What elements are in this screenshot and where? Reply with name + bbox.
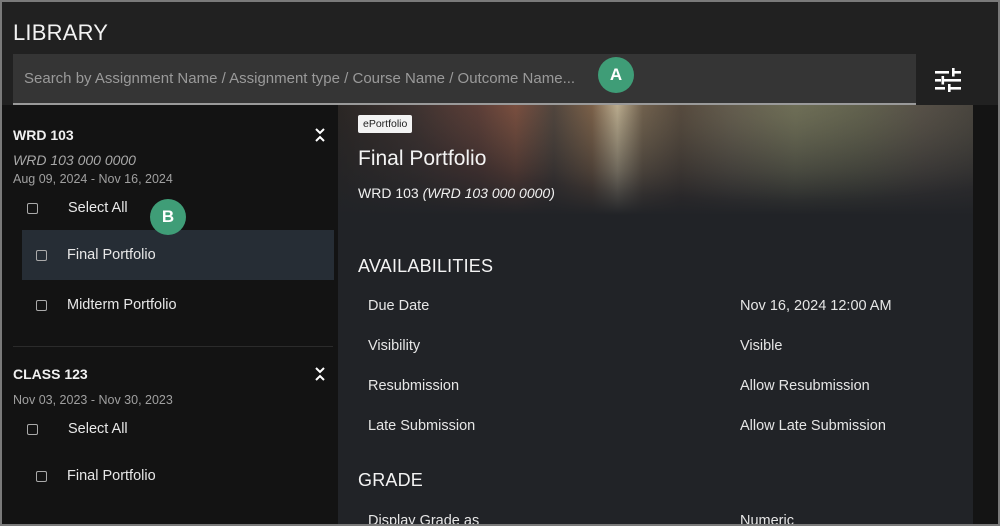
section-heading-availabilities: AVAILABILITIES xyxy=(358,256,494,276)
assignment-item[interactable]: Midterm Portfolio xyxy=(22,280,334,330)
course-header[interactable]: CLASS 123 xyxy=(2,363,338,385)
detail-row: Late Submission Allow Late Submission xyxy=(368,418,928,434)
course-name: WRD 103 xyxy=(358,185,419,201)
library-window: LIBRARY A WRD 103 xyxy=(2,2,998,524)
assignment-label: Final Portfolio xyxy=(67,247,156,263)
detail-label: Display Grade as xyxy=(368,513,480,524)
detail-label: Visibility xyxy=(368,338,421,354)
assignment-item[interactable]: Final Portfolio xyxy=(22,230,334,280)
checkbox[interactable] xyxy=(36,299,47,311)
course-code: WRD 103 000 0000 xyxy=(13,152,136,168)
annotation-marker-a: A xyxy=(598,57,634,93)
course-sidebar: WRD 103 WRD 103 000 0000 Aug 09, 2024 - … xyxy=(2,105,338,524)
assignment-title: Final Portfolio xyxy=(358,147,487,170)
detail-label: Late Submission xyxy=(368,418,476,434)
assignment-course: WRD 103 (WRD 103 000 0000) xyxy=(358,185,555,201)
detail-row: Display Grade as Numeric xyxy=(368,513,928,524)
detail-label: Due Date xyxy=(368,298,430,314)
checkbox[interactable] xyxy=(27,423,38,435)
assignment-type-tag: ePortfolio xyxy=(358,115,413,133)
detail-value: Numeric xyxy=(740,513,794,524)
course-dates: Aug 09, 2024 - Nov 16, 2024 xyxy=(13,172,173,186)
checkbox[interactable] xyxy=(36,249,47,261)
scrollbar-track[interactable] xyxy=(973,105,998,524)
sliders-icon xyxy=(935,68,961,92)
section-heading-grade: GRADE xyxy=(358,470,424,490)
assignment-label: Midterm Portfolio xyxy=(67,297,177,313)
annotation-marker-b: B xyxy=(150,199,186,235)
assignment-item[interactable]: Final Portfolio xyxy=(22,451,334,501)
detail-row: Visibility Visible xyxy=(368,338,928,354)
detail-value: Allow Resubmission xyxy=(740,378,870,394)
course-code: (WRD 103 000 0000) xyxy=(422,185,555,201)
checkbox[interactable] xyxy=(36,470,47,482)
select-all-label: Select All xyxy=(68,421,128,437)
search-bar[interactable] xyxy=(13,54,916,105)
assignment-detail-panel: ePortfolio Final Portfolio WRD 103 (WRD … xyxy=(338,105,973,524)
filter-button[interactable] xyxy=(932,64,964,96)
checkbox[interactable] xyxy=(27,202,38,214)
detail-value: Allow Late Submission xyxy=(740,418,886,434)
detail-row: Resubmission Allow Resubmission xyxy=(368,378,928,394)
detail-value: Visible xyxy=(740,338,783,354)
detail-value: Nov 16, 2024 12:00 AM xyxy=(740,298,892,314)
select-all-label: Select All xyxy=(68,200,128,216)
course-dates: Nov 03, 2023 - Nov 30, 2023 xyxy=(13,393,173,407)
detail-row: Due Date Nov 16, 2024 12:00 AM xyxy=(368,298,928,314)
course-group: CLASS 123 Nov 03, 2023 - Nov 30, 2023 Se… xyxy=(2,347,338,501)
course-name: WRD 103 xyxy=(13,127,74,143)
collapse-icon[interactable] xyxy=(313,366,327,382)
page-title: LIBRARY xyxy=(13,20,109,45)
select-all-checkbox[interactable]: Select All xyxy=(2,407,338,451)
search-input[interactable] xyxy=(13,54,916,103)
course-header[interactable]: WRD 103 xyxy=(2,124,338,146)
collapse-icon[interactable] xyxy=(313,127,327,143)
course-name: CLASS 123 xyxy=(13,366,88,382)
detail-label: Resubmission xyxy=(368,378,460,394)
assignment-label: Final Portfolio xyxy=(67,468,156,484)
